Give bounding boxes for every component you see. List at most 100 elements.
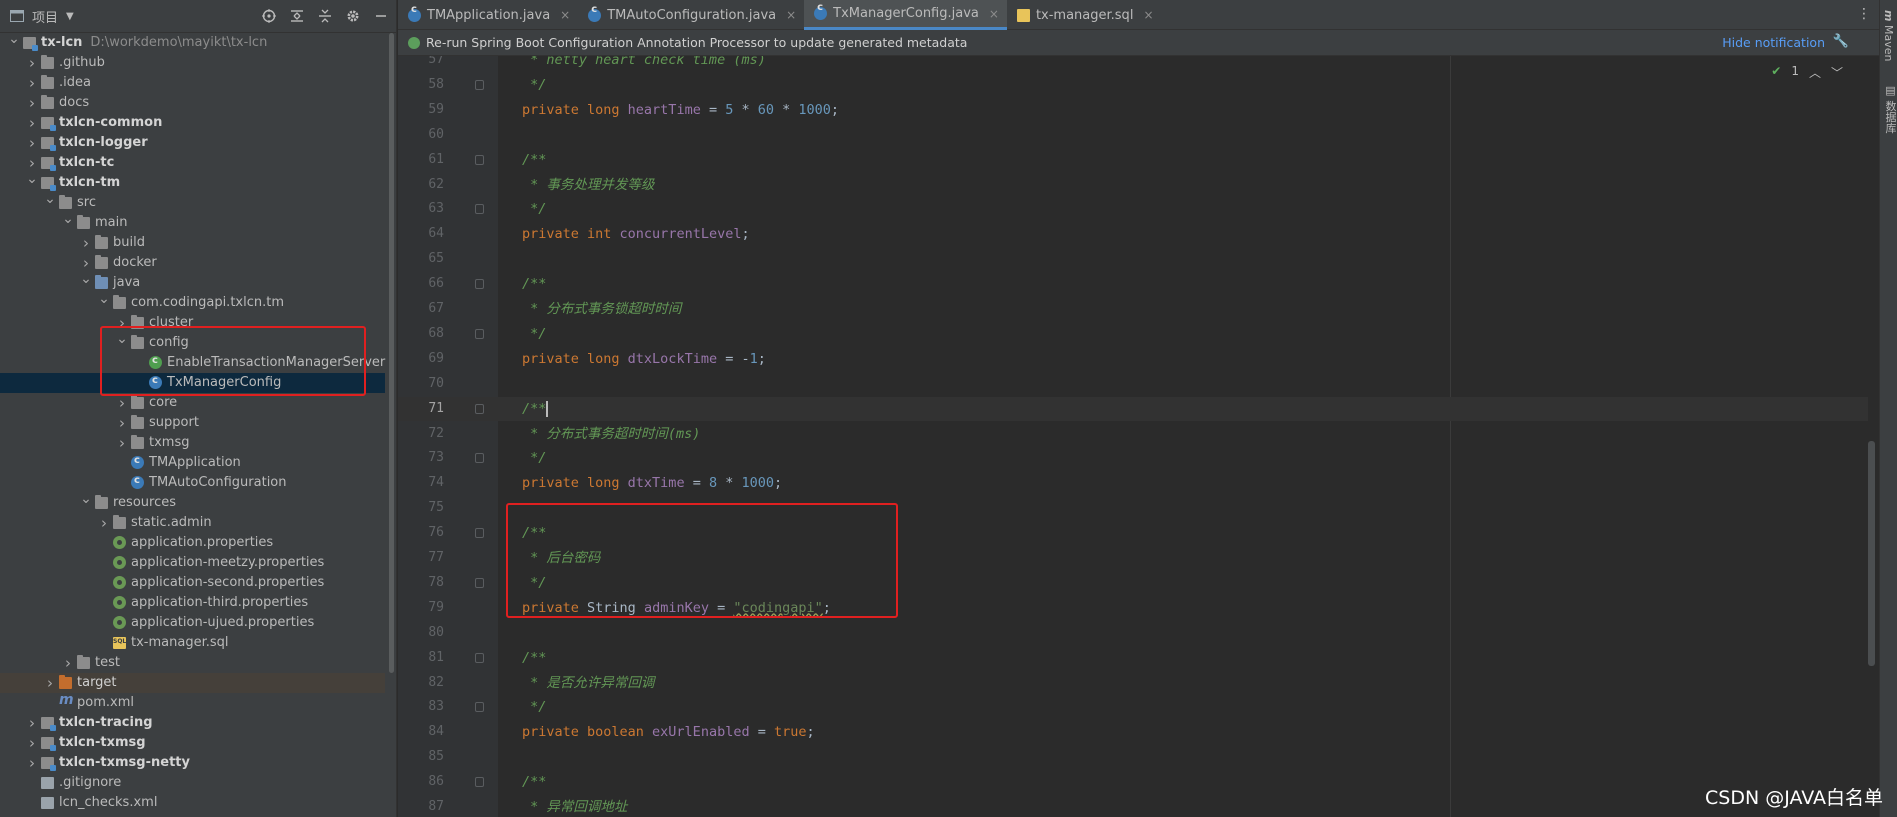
tree-item[interactable]: pom.xml: [0, 690, 385, 713]
tree-item[interactable]: › txmsg: [0, 433, 385, 453]
code-line[interactable]: 84 private boolean exUrlEnabled = true;: [398, 720, 1868, 744]
tree-item[interactable]: › txlcn-txmsg: [0, 733, 385, 753]
tree-item[interactable]: ⌄ com.codingapi.txlcn.tm: [0, 291, 385, 313]
tree-item[interactable]: › txlcn-logger: [0, 133, 385, 153]
code-line[interactable]: 73 */: [398, 446, 1868, 470]
tree-item[interactable]: application.properties: [0, 533, 385, 553]
tree-item[interactable]: › .github: [0, 53, 385, 73]
fold-marker-icon[interactable]: [475, 279, 484, 290]
chevron-right-icon[interactable]: ›: [44, 673, 56, 693]
code-line[interactable]: 82 * 是否允许异常回调: [398, 671, 1868, 695]
fold-marker-icon[interactable]: [475, 777, 484, 788]
close-icon[interactable]: ×: [1143, 8, 1153, 22]
chevron-right-icon[interactable]: ›: [26, 733, 38, 753]
code-line[interactable]: 72 * 分布式事务超时时间(ms): [398, 422, 1868, 446]
code-line[interactable]: 74 private long dtxTime = 8 * 1000;: [398, 471, 1868, 495]
code-line[interactable]: 81 /**: [398, 646, 1868, 670]
project-title[interactable]: 项目: [32, 7, 58, 26]
collapse-all-icon[interactable]: [316, 7, 334, 25]
tree-item[interactable]: lcn_checks.xml: [0, 793, 385, 813]
code-line[interactable]: 70: [398, 372, 1868, 396]
code-line[interactable]: 80: [398, 621, 1868, 645]
chevron-right-icon[interactable]: ›: [116, 393, 128, 413]
tree-item[interactable]: TMApplication: [0, 451, 385, 473]
fold-marker-icon[interactable]: [475, 702, 484, 713]
project-scrollbar[interactable]: [389, 33, 394, 673]
chevron-right-icon[interactable]: ›: [26, 753, 38, 773]
tree-item[interactable]: › txlcn-tc: [0, 153, 385, 173]
locate-icon[interactable]: [260, 7, 278, 25]
gear-icon[interactable]: [344, 7, 362, 25]
chevron-down-icon[interactable]: ⌄: [116, 329, 128, 349]
fold-marker-icon[interactable]: [475, 528, 484, 539]
project-view-icon[interactable]: [8, 7, 26, 25]
chevron-down-icon[interactable]: ⌄: [8, 29, 20, 49]
code-line[interactable]: 63 */: [398, 197, 1868, 221]
tree-item[interactable]: › txlcn-tracing: [0, 713, 385, 733]
tree-item[interactable]: .gitignore: [0, 773, 385, 793]
chevron-right-icon[interactable]: ›: [116, 413, 128, 433]
more-icon[interactable]: ⋮: [1857, 6, 1871, 22]
fold-marker-icon[interactable]: [475, 328, 484, 339]
tree-item[interactable]: › txlcn-txmsg-netty: [0, 753, 385, 773]
fold-marker-icon[interactable]: [475, 79, 484, 90]
tree-item[interactable]: ⌄ resources: [0, 491, 385, 513]
tree-item[interactable]: › build: [0, 233, 385, 253]
tree-item[interactable]: › static.admin: [0, 513, 385, 533]
fold-marker-icon[interactable]: [475, 403, 484, 414]
fold-marker-icon[interactable]: [475, 154, 484, 165]
database-tool-button[interactable]: ▤ 数据库: [1882, 84, 1897, 134]
code-line[interactable]: 77 * 后台密码: [398, 546, 1868, 570]
chevron-right-icon[interactable]: ›: [26, 713, 38, 733]
chevron-right-icon[interactable]: ›: [26, 53, 38, 73]
code-line[interactable]: 57 * netty heart check time (ms): [398, 56, 1868, 72]
chevron-right-icon[interactable]: ›: [116, 433, 128, 453]
tree-item[interactable]: ⌄ main: [0, 211, 385, 233]
fold-marker-icon[interactable]: [475, 652, 484, 663]
close-icon[interactable]: ×: [560, 8, 570, 22]
code-line[interactable]: 83 */: [398, 695, 1868, 719]
tree-item[interactable]: ⌄ java: [0, 271, 385, 293]
chevron-right-icon[interactable]: ›: [62, 653, 74, 673]
chevron-down-icon[interactable]: ⌄: [62, 209, 74, 229]
chevron-right-icon[interactable]: ›: [26, 93, 38, 113]
code-line[interactable]: 76 /**: [398, 521, 1868, 545]
tree-item[interactable]: ⌄ src: [0, 191, 385, 213]
chevron-right-icon[interactable]: ›: [26, 133, 38, 153]
tree-item[interactable]: ⌄ config: [0, 331, 385, 353]
code-line[interactable]: 59 private long heartTime = 5 * 60 * 1000…: [398, 98, 1868, 122]
chevron-down-icon[interactable]: ▼: [66, 11, 74, 22]
tree-item[interactable]: ⌄ tx-lcn D:\workdemo\mayikt\tx-lcn: [0, 31, 385, 53]
code-line[interactable]: 79 private String adminKey = "codingapi";: [398, 596, 1868, 620]
code-line[interactable]: 69 private long dtxLockTime = -1;: [398, 347, 1868, 371]
tree-item[interactable]: › cluster: [0, 313, 385, 333]
code-line[interactable]: 67 * 分布式事务锁超时时间: [398, 297, 1868, 321]
code-line[interactable]: 58 */: [398, 73, 1868, 97]
tree-item[interactable]: › test: [0, 653, 385, 673]
tree-item[interactable]: TMAutoConfiguration: [0, 471, 385, 493]
code-line[interactable]: 71 /**: [398, 396, 1868, 421]
fold-marker-icon[interactable]: [475, 204, 484, 215]
chevron-down-icon[interactable]: ⌄: [80, 269, 92, 289]
close-icon[interactable]: ×: [786, 8, 796, 22]
editor-tab[interactable]: TMApplication.java ×: [398, 0, 578, 30]
code-line[interactable]: 75: [398, 496, 1868, 520]
editor-tab[interactable]: tx-manager.sql ×: [1007, 0, 1162, 30]
code-line[interactable]: 87 * 异常回调地址: [398, 795, 1868, 817]
tree-item[interactable]: TxManagerConfig: [0, 371, 385, 393]
editor-tab[interactable]: TMAutoConfiguration.java ×: [578, 0, 804, 30]
tree-item[interactable]: application-third.properties: [0, 593, 385, 613]
tree-item[interactable]: › target: [0, 673, 385, 693]
chevron-up-icon[interactable]: ︿: [1809, 64, 1821, 81]
fold-marker-icon[interactable]: [475, 577, 484, 588]
code-editor[interactable]: 57 * netty heart check time (ms) 58 */59 p…: [398, 56, 1879, 817]
tree-item[interactable]: › txlcn-common: [0, 113, 385, 133]
editor-scrollbar[interactable]: [1868, 441, 1875, 666]
tree-item[interactable]: › .idea: [0, 73, 385, 93]
code-line[interactable]: 86 /**: [398, 770, 1868, 794]
maven-tool-button[interactable]: m Maven: [1882, 10, 1895, 61]
chevron-down-icon[interactable]: ⌄: [98, 289, 110, 309]
tree-item[interactable]: tx-manager.sql: [0, 632, 385, 653]
inspection-widget[interactable]: ✔ 1 ︿ ﹀: [1771, 64, 1843, 81]
code-line[interactable]: 60: [398, 123, 1868, 147]
